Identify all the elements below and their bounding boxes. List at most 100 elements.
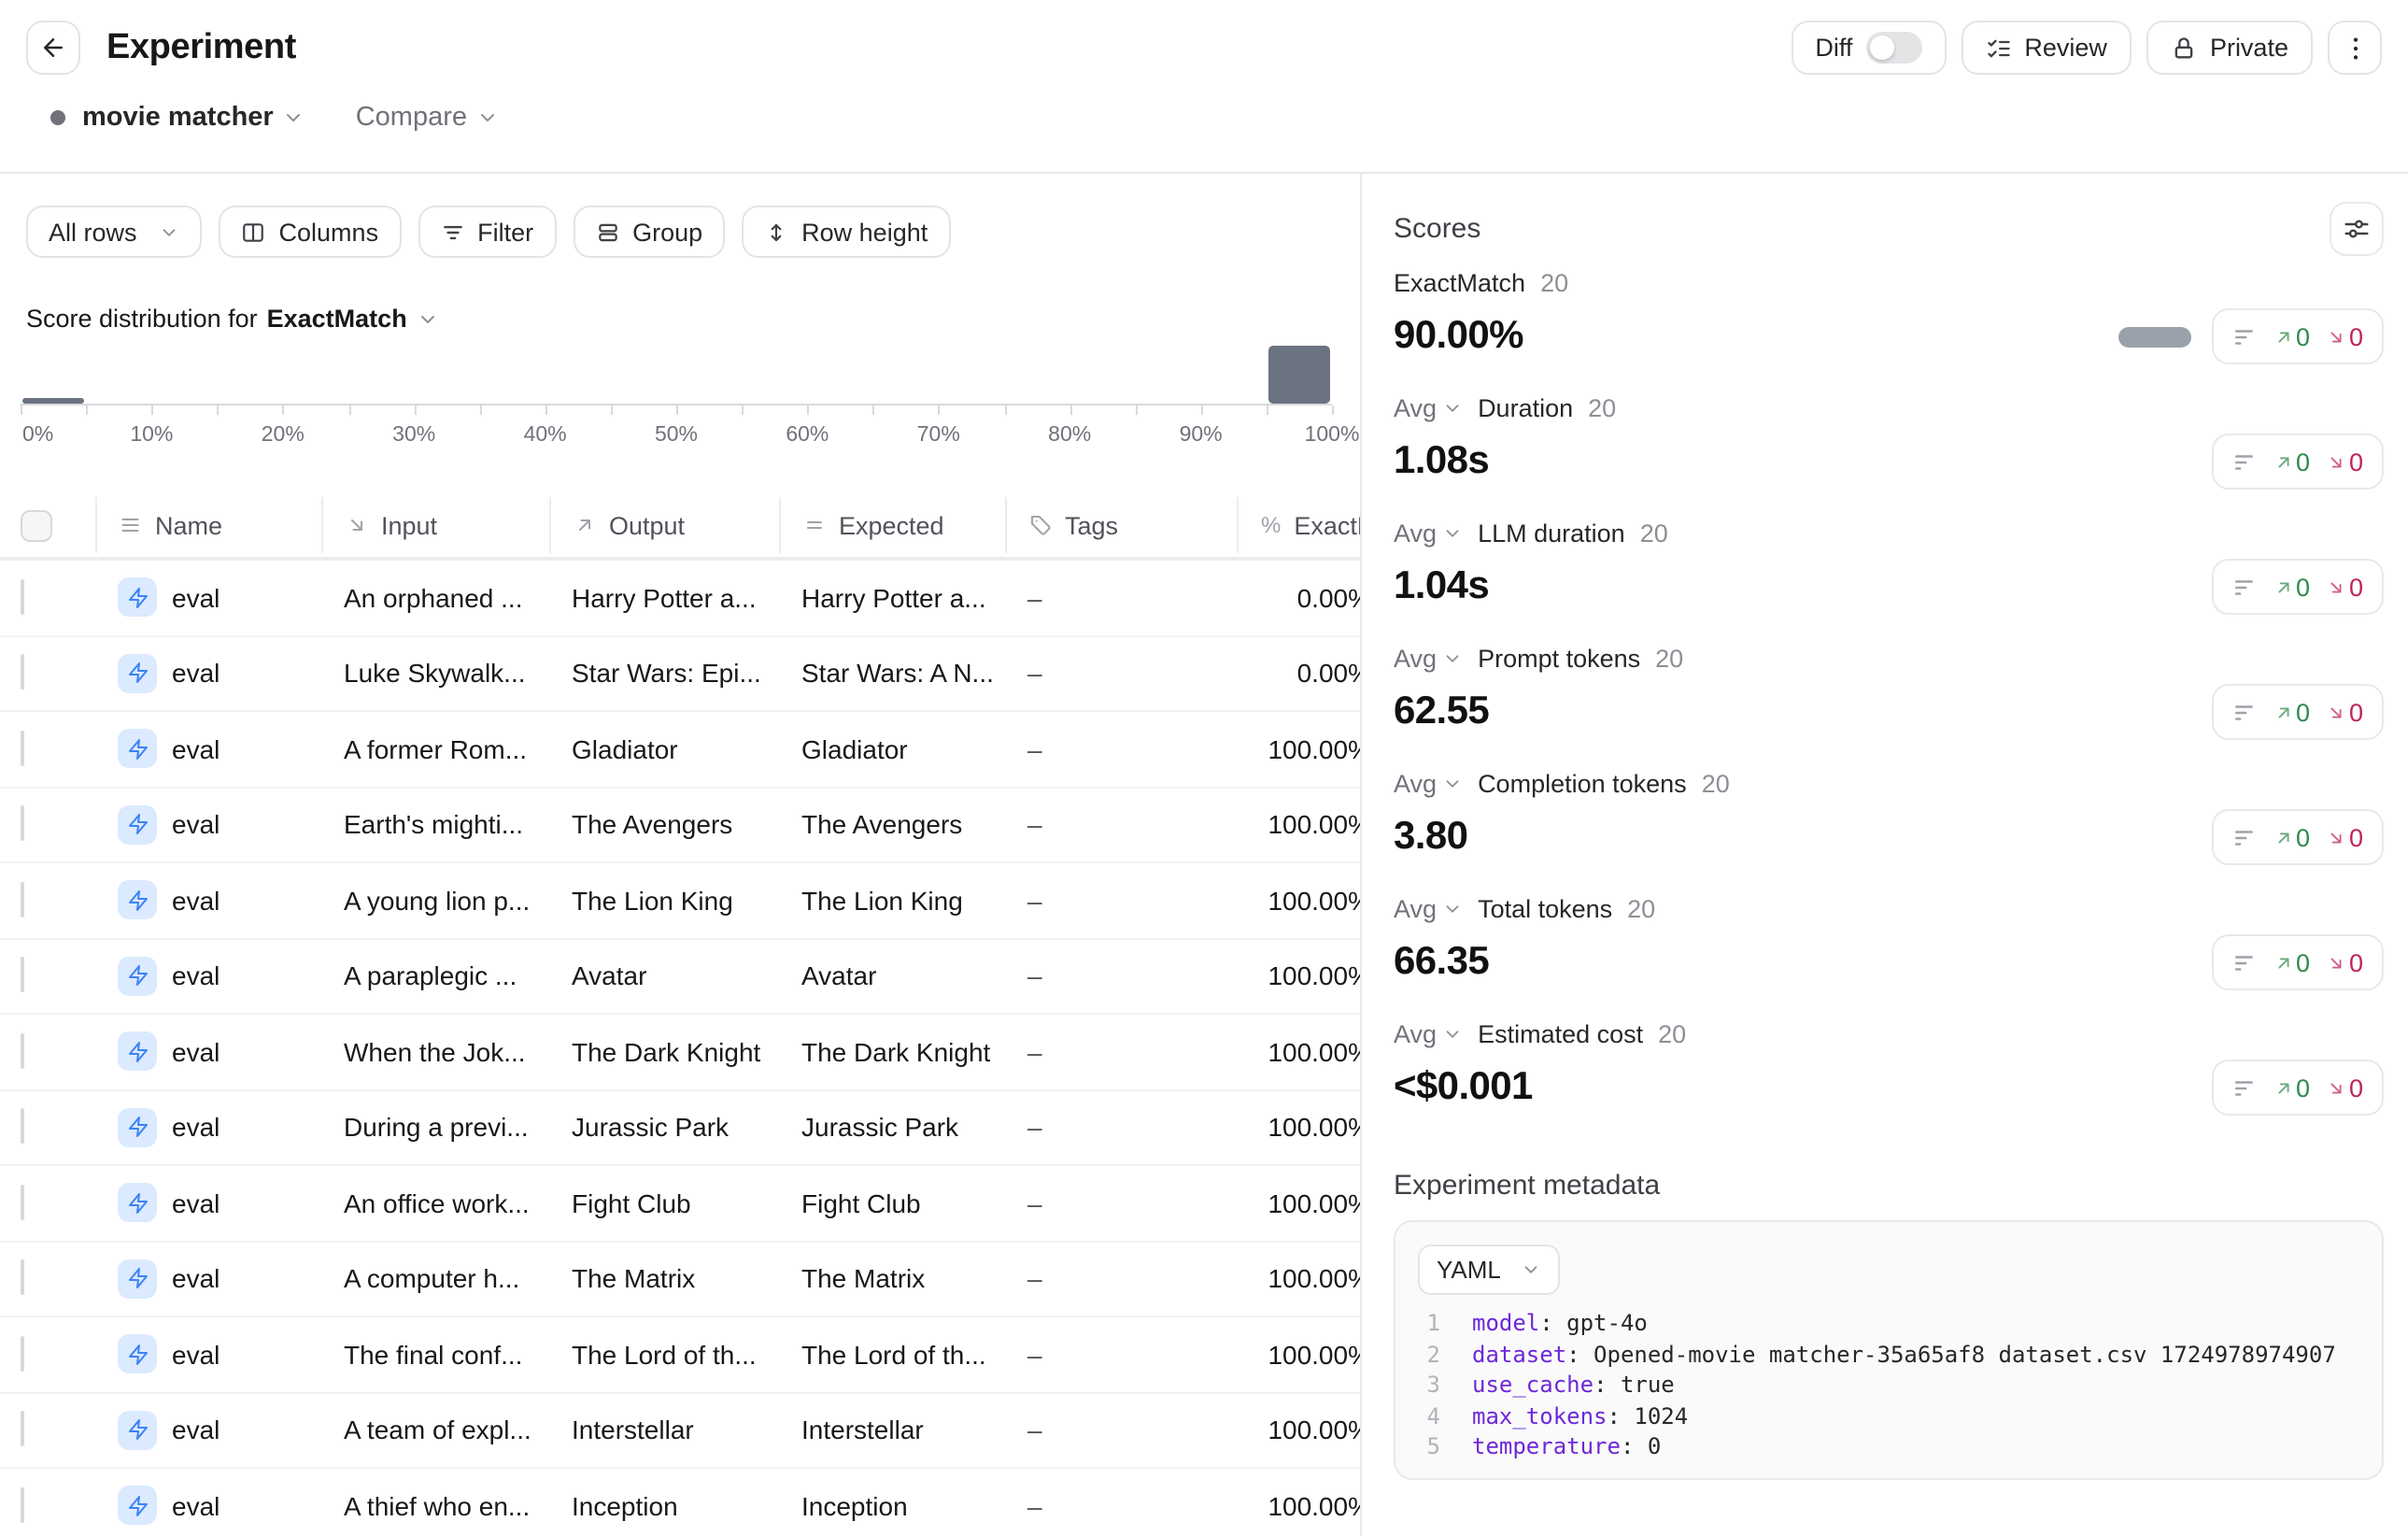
yaml-value: : true	[1594, 1370, 1675, 1401]
column-header-tags[interactable]: Tags	[1005, 497, 1237, 553]
row-checkbox[interactable]	[21, 731, 24, 766]
row-input: An office work...	[321, 1188, 549, 1218]
metric-filter-pill[interactable]: 00	[2212, 684, 2384, 740]
axis-tick	[676, 405, 678, 415]
chevron-down-icon	[1442, 398, 1463, 419]
rows-filter-dropdown[interactable]: All rows	[26, 206, 203, 258]
select-all-checkbox[interactable]	[21, 509, 52, 541]
metric-filter-pill[interactable]: 00	[2212, 1060, 2384, 1116]
eval-badge	[118, 1411, 157, 1450]
review-button[interactable]: Review	[1961, 21, 2132, 75]
table-row[interactable]: evalWhen the Jok...The Dark KnightThe Da…	[0, 1015, 1360, 1090]
row-checkbox[interactable]	[21, 1260, 24, 1296]
metric-agg-dropdown[interactable]: Avg	[1394, 1020, 1463, 1048]
table-row[interactable]: evalA thief who en...InceptionInception–…	[0, 1469, 1360, 1536]
scores-settings-button[interactable]	[2330, 202, 2384, 256]
metric-filter-pill[interactable]: 00	[2212, 308, 2384, 364]
diff-toggle-button[interactable]: Diff	[1791, 21, 1946, 75]
table-row[interactable]: evalThe final conf...The Lord of th...Th…	[0, 1317, 1360, 1393]
row-output: Star Wars: Epi...	[549, 659, 779, 689]
row-checkbox[interactable]	[21, 1109, 24, 1145]
table-row[interactable]: evalLuke Skywalk...Star Wars: Epi...Star…	[0, 636, 1360, 712]
histogram-bar[interactable]	[22, 397, 84, 404]
more-menu-button[interactable]	[2328, 21, 2382, 75]
metric-label-row: AvgCompletion tokens20	[1394, 768, 2384, 800]
table-row[interactable]: evalEarth's mighti...The AvengersThe Ave…	[0, 788, 1360, 863]
improvements-value: 0	[2296, 948, 2310, 976]
metric-agg-label: Avg	[1394, 1020, 1437, 1048]
row-checkbox[interactable]	[21, 579, 24, 615]
table-row[interactable]: evalAn office work...Fight ClubFight Clu…	[0, 1166, 1360, 1242]
metric-filter-pill[interactable]: 00	[2212, 434, 2384, 490]
row-checkbox[interactable]	[21, 655, 24, 690]
metric-agg-dropdown[interactable]: Avg	[1394, 895, 1463, 923]
table-row[interactable]: evalA paraplegic ...AvatarAvatar–100.00%	[0, 939, 1360, 1015]
table-row[interactable]: evalA young lion p...The Lion KingThe Li…	[0, 863, 1360, 939]
table-row[interactable]: evalA team of expl...InterstellarInterst…	[0, 1393, 1360, 1469]
improvements-value: 0	[2296, 573, 2310, 601]
metric-agg-dropdown[interactable]: Avg	[1394, 645, 1463, 673]
arrow-down-right-icon	[2327, 827, 2347, 847]
column-header-expected[interactable]: Expected	[779, 497, 1005, 553]
row-checkbox[interactable]	[21, 958, 24, 993]
metric-filter-pill[interactable]: 00	[2212, 559, 2384, 615]
row-output: Interstellar	[549, 1415, 779, 1445]
column-header-output[interactable]: Output	[549, 497, 779, 553]
row-name: eval	[172, 1491, 220, 1521]
row-expected: Star Wars: A N...	[779, 659, 1005, 689]
lock-icon	[2171, 35, 2197, 61]
filter-button[interactable]: Filter	[418, 206, 556, 258]
group-button[interactable]: Group	[573, 206, 725, 258]
metric-agg-dropdown[interactable]: Avg	[1394, 394, 1463, 422]
score-distribution-selector[interactable]: Score distribution for ExactMatch	[26, 305, 1360, 333]
table-row[interactable]: evalDuring a previ...Jurassic ParkJurass…	[0, 1090, 1360, 1166]
metric-controls: 00	[2118, 308, 2384, 364]
column-header-name[interactable]: Name	[95, 497, 321, 553]
row-checkbox[interactable]	[21, 1412, 24, 1447]
columns-button[interactable]: Columns	[220, 206, 402, 258]
experiment-selector[interactable]: movie matcher	[82, 103, 274, 133]
metric-agg-dropdown[interactable]: Avg	[1394, 770, 1463, 798]
axis-tick	[348, 405, 350, 415]
back-button[interactable]	[26, 21, 80, 75]
metric-filter-pill[interactable]: 00	[2212, 934, 2384, 990]
score-distribution-chart: 0%10%20%30%40%50%60%70%80%90%100%	[21, 348, 1332, 452]
column-header-exactmatch[interactable]: % ExactM...	[1237, 497, 1360, 553]
table-toolbar: All rows Columns Filter Group Row	[0, 174, 1360, 258]
table-row[interactable]: evalA computer h...The MatrixThe Matrix–…	[0, 1242, 1360, 1317]
table-row[interactable]: evalAn orphaned ...Harry Potter a...Harr…	[0, 561, 1360, 636]
private-button[interactable]: Private	[2146, 21, 2313, 75]
diff-toggle[interactable]	[1865, 32, 1921, 64]
row-name: eval	[172, 734, 220, 764]
column-header-input[interactable]: Input	[321, 497, 549, 553]
distribution-title-prefix: Score distribution for	[26, 305, 258, 333]
table-row[interactable]: evalA former Rom...GladiatorGladiator–10…	[0, 712, 1360, 788]
metric-count: 20	[1588, 394, 1616, 422]
rows-filter-label: All rows	[49, 218, 137, 246]
compare-selector[interactable]: Compare	[356, 103, 499, 133]
axis-tick-label: 30%	[392, 424, 435, 447]
row-input: A former Rom...	[321, 734, 549, 764]
row-checkbox[interactable]	[21, 1487, 24, 1523]
column-label: ExactM...	[1294, 511, 1360, 539]
improvements-count: 0	[2273, 322, 2310, 350]
row-checkbox[interactable]	[21, 806, 24, 842]
metric-value-row: 1.08s00	[1394, 434, 2384, 490]
metric-filter-pill[interactable]: 00	[2212, 809, 2384, 865]
metric-agg-dropdown[interactable]: Avg	[1394, 519, 1463, 548]
histogram-bar[interactable]	[1268, 346, 1330, 404]
yaml-key: max_tokens	[1472, 1401, 1608, 1432]
row-checkbox[interactable]	[21, 1185, 24, 1220]
metadata-format-dropdown[interactable]: YAML	[1418, 1244, 1561, 1295]
private-label: Private	[2210, 34, 2288, 62]
row-checkbox[interactable]	[21, 882, 24, 917]
row-tags: –	[1005, 1188, 1237, 1218]
row-checkbox[interactable]	[21, 1033, 24, 1069]
row-tags: –	[1005, 583, 1237, 613]
eval-badge	[118, 654, 157, 693]
row-height-button[interactable]: Row height	[742, 206, 950, 258]
row-checkbox[interactable]	[21, 1336, 24, 1372]
row-expected: Avatar	[779, 961, 1005, 991]
axis-tick	[807, 405, 809, 415]
zap-icon	[126, 1419, 149, 1442]
